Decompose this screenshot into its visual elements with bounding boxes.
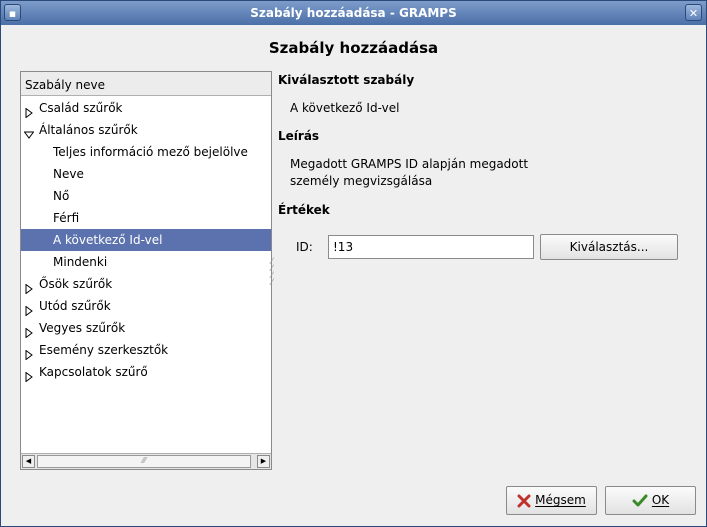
scrollbar-thumb[interactable]: ⁄⁄⁄ [37, 455, 251, 468]
description-line-1: Megadott GRAMPS ID alapján megadott [290, 157, 529, 171]
expander-expanded-icon[interactable] [23, 125, 35, 139]
scroll-right-arrow-icon[interactable]: ▶ [257, 455, 270, 468]
expander-collapsed-icon[interactable] [24, 345, 34, 361]
dialog-heading: Szabály hozzáadása [268, 39, 439, 57]
tree-row[interactable]: Esemény szerkesztők [21, 339, 271, 361]
tree-row-label: Kapcsolatok szűrő [39, 365, 148, 379]
tree-row[interactable]: Férfi [21, 207, 271, 229]
tree-row-label: Utód szűrők [39, 299, 111, 313]
tree-row[interactable]: Mindenki [21, 251, 271, 273]
description-heading: Leírás [278, 129, 320, 143]
id-input[interactable]: !13 [328, 235, 534, 259]
tree-row-label: Általános szűrők [39, 123, 138, 137]
tree-row-label: Vegyes szűrők [39, 321, 126, 335]
tree-row-label: Esemény szerkesztők [39, 343, 169, 357]
selected-rule-value: A következő Id-vel [290, 101, 400, 115]
expander-collapsed-icon[interactable] [24, 323, 34, 339]
cancel-button[interactable]: Mégsem [506, 486, 597, 515]
expander-collapsed-icon[interactable] [24, 367, 34, 383]
cancel-x-icon [517, 494, 531, 507]
tree-row[interactable]: Család szűrők [21, 97, 271, 119]
window-title: Szabály hozzáadása - GRAMPS [250, 6, 457, 20]
tree-row[interactable]: Utód szűrők [21, 295, 271, 317]
horizontal-scrollbar[interactable]: ◀ ⁄⁄⁄ ▶ [21, 453, 271, 469]
tree-row[interactable]: Teljes információ mező bejelölve [21, 141, 271, 163]
description-line-2: személy megvizsgálása [290, 174, 433, 188]
tree-row[interactable]: Vegyes szűrők [21, 317, 271, 339]
tree-row[interactable]: Kapcsolatok szűrő [21, 361, 271, 383]
select-button-label: Kiválasztás... [569, 240, 649, 254]
tree-row-label: A következő Id-vel [53, 233, 163, 247]
select-person-button[interactable]: Kiválasztás... [540, 234, 678, 260]
column-header-rule-name[interactable]: Szabály neve [21, 72, 271, 96]
expander-collapsed-icon[interactable] [24, 103, 34, 119]
tree-row[interactable]: A következő Id-vel [21, 229, 271, 251]
tree-row-label: Férfi [53, 211, 80, 225]
expander-collapsed-icon[interactable] [24, 301, 34, 317]
expander-collapsed-icon[interactable] [24, 279, 34, 295]
ok-button[interactable]: OK [605, 486, 696, 515]
cancel-label: Mégsem [535, 493, 586, 507]
tree-row[interactable]: Nő [21, 185, 271, 207]
scroll-left-arrow-icon[interactable]: ◀ [22, 455, 35, 468]
tree-row-label: Mindenki [53, 255, 108, 269]
tree-row[interactable]: Neve [21, 163, 271, 185]
tree-row-label: Nő [53, 189, 70, 203]
tree-row[interactable]: Általános szűrők [21, 119, 271, 141]
values-heading: Értékek [278, 203, 330, 217]
tree-row-label: Család szűrők [39, 101, 123, 115]
tree-row[interactable]: Ősök szűrők [21, 273, 271, 295]
tree-row-label: Neve [53, 167, 84, 181]
tree-row-label: Teljes információ mező bejelölve [53, 145, 248, 159]
close-window-button[interactable]: ✕ [685, 4, 702, 21]
rule-tree[interactable]: Szabály neve Család szűrők Általános szűr… [20, 71, 272, 470]
dialog-window: ▪ Szabály hozzáadása - GRAMPS ✕ Szabály … [0, 0, 707, 527]
title-bar[interactable]: ▪ Szabály hozzáadása - GRAMPS ✕ [1, 1, 706, 25]
id-label: ID: [296, 240, 313, 254]
checkmark-icon [632, 494, 648, 506]
tree-row-label: Ősök szűrők [39, 277, 113, 291]
pane-resize-grip-icon[interactable]: ⁄ ⁄ ⁄ ⁄ [271, 258, 279, 288]
selected-rule-heading: Kiválasztott szabály [278, 73, 415, 87]
ok-label: OK [651, 493, 670, 507]
